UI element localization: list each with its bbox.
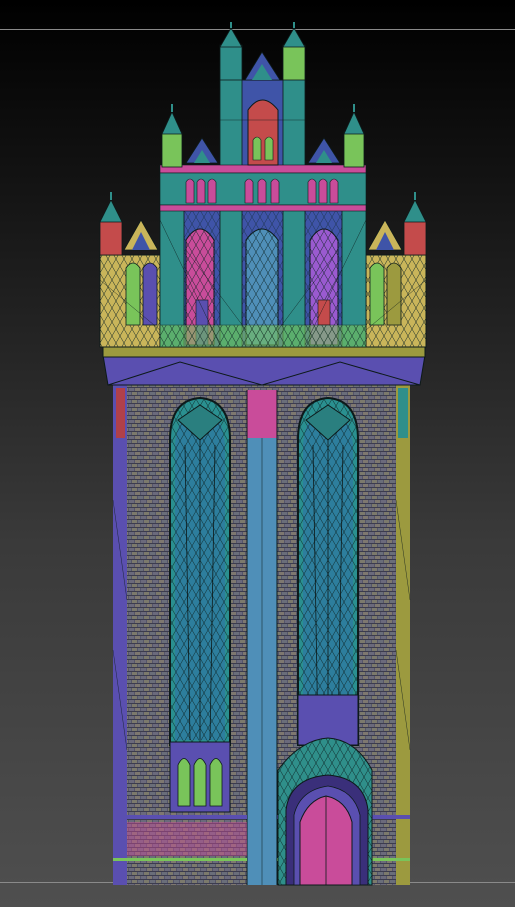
upper-belfry (99, 59, 427, 386)
left-lancet-window (169, 396, 231, 813)
left-buttress (113, 385, 127, 885)
tower-model[interactable] (0, 0, 515, 907)
central-pilaster-top (247, 390, 277, 438)
right-lancet-window (297, 396, 359, 746)
left-buttress-cap (116, 388, 125, 438)
3d-viewport[interactable] (0, 0, 515, 907)
gothic-portal (277, 737, 373, 886)
blind-arcade (185, 178, 339, 204)
right-buttress (396, 385, 410, 885)
right-buttress-cap (398, 388, 408, 438)
